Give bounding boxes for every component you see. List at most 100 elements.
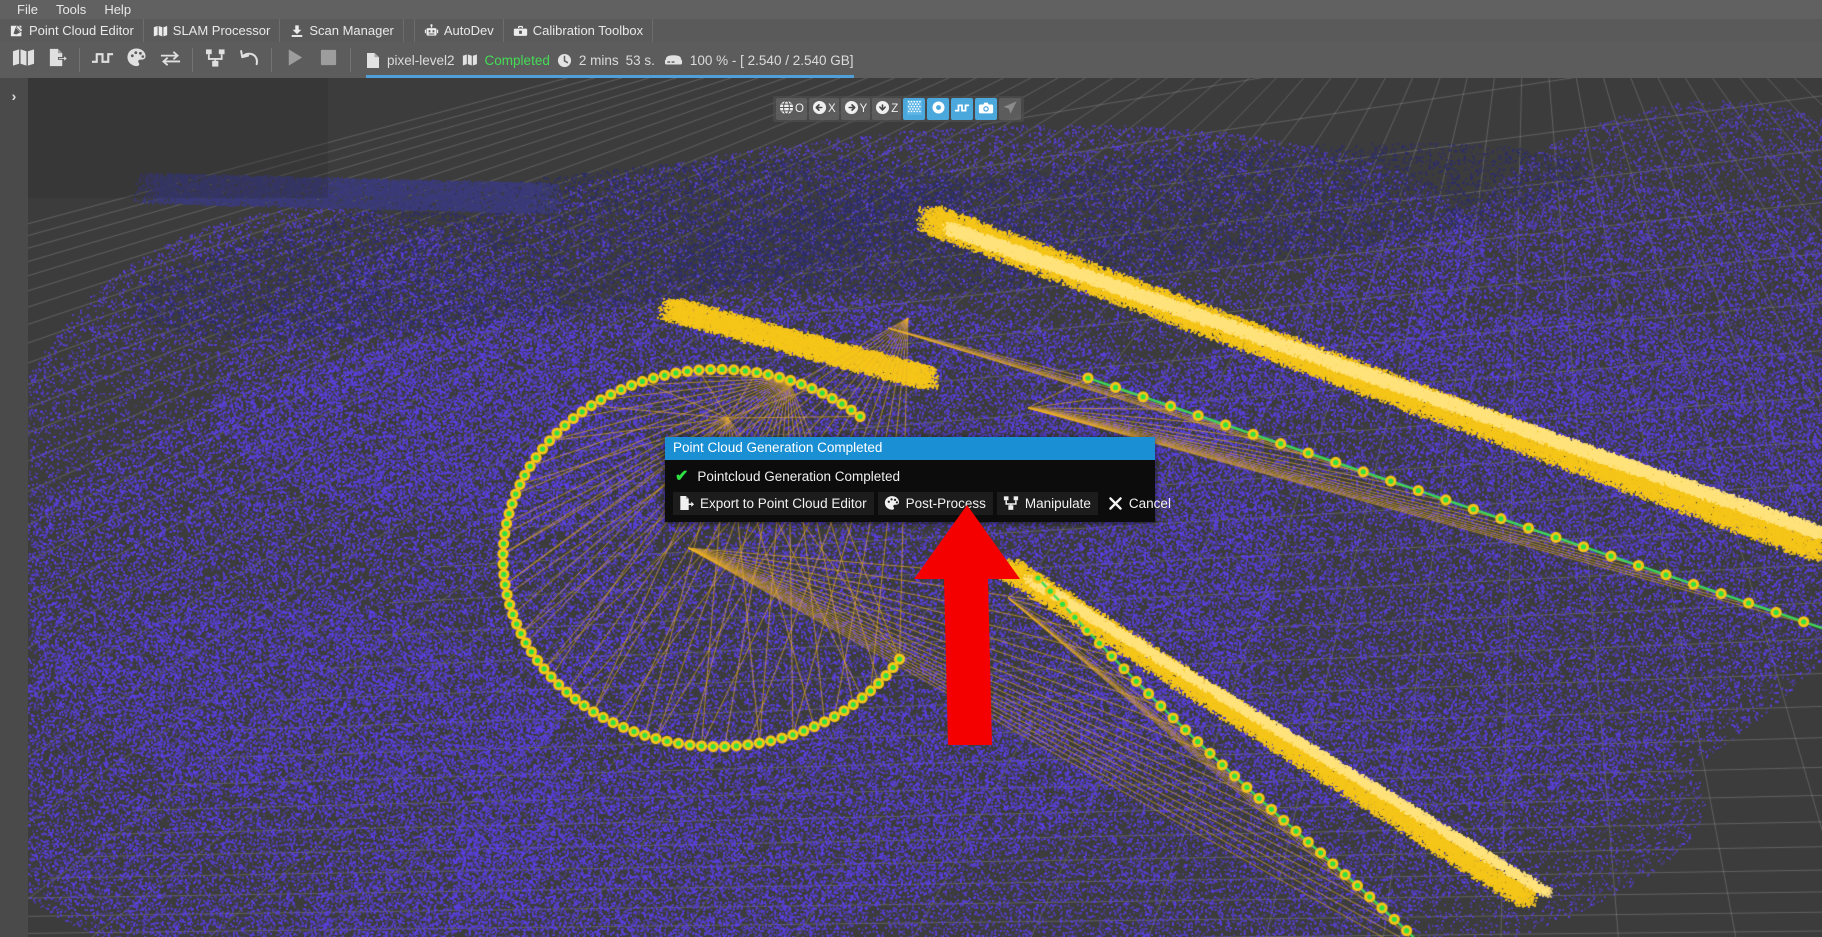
tab-slam-processor[interactable]: SLAM Processor — [144, 19, 281, 42]
menu-tools[interactable]: Tools — [47, 0, 95, 19]
swap-button[interactable] — [153, 45, 187, 75]
open-map-button[interactable] — [6, 45, 40, 75]
tree-branch-icon — [205, 48, 226, 73]
tab-calibration-toolbox[interactable]: Calibration Toolbox — [504, 19, 654, 42]
status-elapsed-seconds: 53 s. — [625, 52, 655, 68]
export-button[interactable] — [40, 45, 74, 75]
view-z-button[interactable]: Z — [872, 98, 902, 120]
grid-dither-icon — [906, 100, 922, 118]
palette-icon — [884, 495, 900, 511]
toolbar-separator — [192, 48, 193, 72]
left-side-panel: › — [0, 78, 28, 937]
stop-icon — [319, 48, 338, 72]
play-icon — [284, 47, 305, 73]
main-toolbar: pixel-level2 Completed 2 mins 53 s. 100 … — [0, 42, 1822, 78]
view-control-toolbar: O X Y Z — [773, 96, 1025, 122]
arrow-down-circle-icon — [875, 100, 890, 118]
toggle-grid-button[interactable] — [903, 98, 926, 120]
progress-bar — [366, 74, 854, 78]
graph-button[interactable] — [198, 45, 232, 75]
status-elapsed-minutes: 2 mins — [578, 52, 619, 68]
dialog-action-row: Export to Point Cloud Editor Post-Proces… — [673, 492, 1171, 518]
export-to-point-cloud-editor-button[interactable]: Export to Point Cloud Editor — [673, 492, 874, 515]
camera-icon — [978, 101, 994, 118]
check-icon: ✔ — [675, 468, 689, 485]
chevron-right-icon[interactable]: › — [0, 78, 28, 114]
file-icon — [366, 52, 380, 69]
undo-icon — [239, 48, 260, 73]
view-orbit-button[interactable]: O — [776, 98, 807, 120]
robot-icon — [424, 23, 439, 38]
cancel-button[interactable]: Cancel — [1102, 493, 1178, 515]
tab-label: AutoDev — [443, 23, 494, 38]
point-circle-icon — [931, 100, 946, 118]
dialog-title-bar: Point Cloud Generation Completed — [665, 437, 1155, 460]
dialog-message-row: ✔ Pointcloud Generation Completed — [673, 466, 1147, 492]
tree-branch-icon — [1003, 495, 1019, 511]
tab-scan-manager[interactable]: Scan Manager — [280, 19, 404, 42]
database-icon — [664, 53, 683, 67]
dialog-body: ✔ Pointcloud Generation Completed Export… — [665, 460, 1171, 522]
tab-label: Point Cloud Editor — [29, 23, 134, 38]
map-icon — [462, 53, 478, 67]
map-icon — [153, 23, 168, 38]
status-file-name: pixel-level2 — [387, 52, 455, 68]
toggle-points-button[interactable] — [927, 98, 950, 120]
dialog-button-label: Cancel — [1128, 495, 1171, 511]
play-button[interactable] — [277, 45, 311, 75]
palette-icon — [126, 47, 147, 73]
cursor-arrow-icon — [1002, 100, 1018, 119]
dialog-button-label: Post-Process — [905, 495, 986, 511]
tab-label: SLAM Processor — [172, 23, 271, 38]
menu-file[interactable]: File — [8, 0, 47, 19]
dialog-button-label: Export to Point Cloud Editor — [700, 495, 867, 511]
tab-point-cloud-editor[interactable]: Point Cloud Editor — [0, 19, 144, 42]
undo-button[interactable] — [232, 45, 266, 75]
view-y-label: Y — [859, 103, 868, 115]
view-x-label: X — [827, 103, 836, 115]
manipulate-button[interactable]: Manipulate — [996, 492, 1098, 515]
close-x-icon — [1108, 496, 1123, 511]
waveform-icon — [954, 101, 970, 118]
download-icon — [289, 23, 304, 38]
export-icon — [679, 495, 694, 511]
toolbox-icon — [513, 23, 528, 38]
colorize-button[interactable] — [119, 45, 153, 75]
menu-help[interactable]: Help — [95, 0, 140, 19]
status-state-label: Completed — [484, 52, 550, 68]
waveform-icon — [91, 49, 114, 72]
module-tab-bar: Point Cloud Editor SLAM Processor Scan M… — [0, 19, 1822, 42]
view-orbit-label: O — [795, 103, 804, 115]
map-icon — [12, 48, 35, 72]
view-z-label: Z — [891, 103, 899, 115]
pencil-square-icon — [9, 23, 24, 38]
globe-icon — [779, 100, 794, 118]
toggle-trajectory-button[interactable] — [951, 98, 974, 120]
tab-label: Calibration Toolbox — [532, 23, 644, 38]
swap-arrows-icon — [159, 49, 182, 72]
toolbar-separator — [271, 48, 272, 72]
application-window: File Tools Help Point Cloud Editor SLAM … — [0, 0, 1822, 937]
arrow-right-circle-icon — [844, 100, 859, 118]
toolbar-separator — [350, 48, 351, 72]
arrow-left-circle-icon — [812, 100, 827, 118]
point-cloud-completed-dialog: Point Cloud Generation Completed ✔ Point… — [665, 437, 1171, 522]
screenshot-button[interactable] — [975, 98, 998, 120]
clock-icon — [557, 53, 572, 68]
select-tool-button[interactable] — [999, 98, 1022, 120]
tab-autodev[interactable]: AutoDev — [413, 19, 504, 42]
dialog-message: Pointcloud Generation Completed — [697, 469, 901, 484]
export-icon — [47, 47, 68, 73]
toolbar-separator — [79, 48, 80, 72]
status-memory-label: 100 % - [ 2.540 / 2.540 GB] — [689, 52, 854, 68]
view-x-button[interactable]: X — [808, 98, 839, 120]
progress-bar-fill — [366, 74, 854, 78]
tab-label: Scan Manager — [309, 23, 394, 38]
signal-button[interactable] — [85, 45, 119, 75]
view-y-button[interactable]: Y — [840, 98, 871, 120]
dialog-button-label: Manipulate — [1024, 495, 1091, 511]
stop-button[interactable] — [311, 45, 345, 75]
post-process-button[interactable]: Post-Process — [877, 492, 993, 515]
status-area: pixel-level2 Completed 2 mins 53 s. 100 … — [366, 52, 854, 78]
menu-bar: File Tools Help — [0, 0, 1822, 19]
